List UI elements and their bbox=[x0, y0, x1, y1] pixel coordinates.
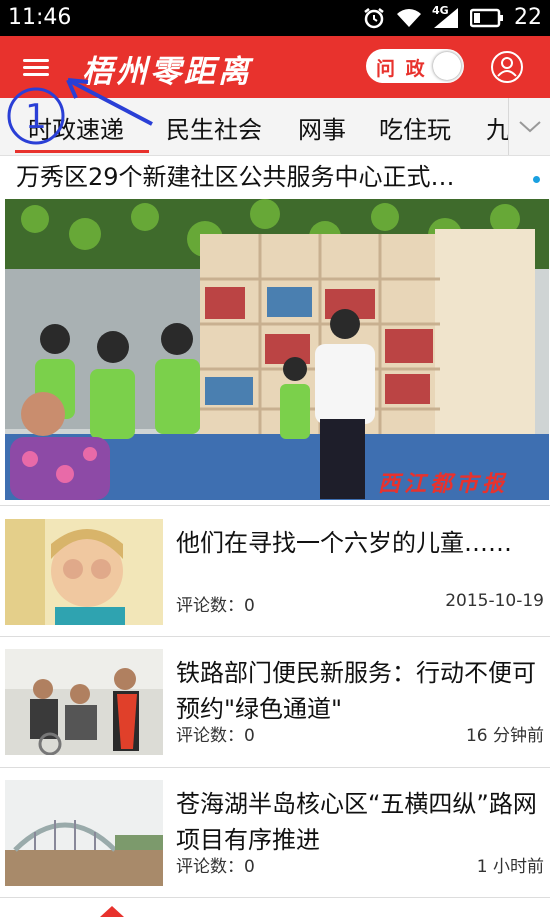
unread-dot bbox=[533, 176, 540, 183]
battery-icon bbox=[470, 8, 504, 28]
hamburger-menu-button[interactable] bbox=[14, 48, 58, 86]
comments-label: 评论数： bbox=[176, 596, 244, 616]
news-thumbnail bbox=[5, 649, 163, 755]
news-title: 苍海湖半岛核心区“五横四纵”路网项目有序推进 bbox=[176, 790, 537, 854]
hamburger-menu-icon bbox=[23, 59, 49, 62]
news-title: 他们在寻找一个六岁的儿童…… bbox=[176, 529, 512, 557]
news-thumbnail bbox=[5, 519, 163, 625]
selected-tab-indicator bbox=[15, 150, 149, 153]
battery-level: 22 bbox=[514, 5, 542, 30]
news-time: 16 分钟前 bbox=[465, 726, 544, 746]
news-comments: 评论数：0 bbox=[176, 591, 255, 616]
news-item[interactable]: 苍海湖半岛核心区“五横四纵”路网项目有序推进 评论数：0 1 小时前 bbox=[0, 768, 550, 898]
comments-count: 0 bbox=[244, 596, 255, 616]
category-tabs: 时政速递 民生社会 网事 吃住玩 九 bbox=[0, 98, 550, 156]
news-thumbnail bbox=[5, 780, 163, 886]
tab-wangshi[interactable]: 网事 bbox=[298, 110, 346, 145]
divider bbox=[0, 897, 550, 898]
hero-watermark: 西江都市报 bbox=[378, 471, 509, 497]
network-label: 4G bbox=[432, 3, 449, 17]
hamburger-line bbox=[23, 66, 49, 69]
divider bbox=[0, 505, 550, 506]
tab-minsheng[interactable]: 民生社会 bbox=[166, 110, 262, 145]
alarm-icon bbox=[362, 6, 386, 30]
signal-icon: 4G bbox=[432, 3, 460, 30]
news-time: 2015-10-19 bbox=[445, 591, 544, 611]
user-icon bbox=[491, 51, 523, 83]
tab-shizheng[interactable]: 时政速递 bbox=[28, 110, 124, 145]
user-profile-button[interactable] bbox=[490, 50, 524, 84]
news-item[interactable]: 铁路部门便民新服务：行动不便可预约"绿色通道" 评论数：0 16 分钟前 bbox=[0, 637, 550, 767]
comments-label: 评论数： bbox=[176, 726, 244, 746]
headline-title[interactable]: 万秀区29个新建社区公共服务中心正式… bbox=[16, 157, 516, 192]
hero-image[interactable] bbox=[5, 199, 549, 500]
wifi-icon bbox=[396, 7, 422, 29]
chevron-down-icon bbox=[519, 121, 541, 133]
toggle-label: 问 政 bbox=[376, 58, 427, 80]
next-item-peek bbox=[0, 900, 550, 917]
comments-count: 0 bbox=[244, 726, 255, 746]
more-tabs-button[interactable] bbox=[508, 98, 550, 155]
app-header: 梧州零距离 问 政 bbox=[0, 36, 550, 98]
news-item[interactable]: 他们在寻找一个六岁的儿童…… 评论数：0 2015-10-19 bbox=[0, 507, 550, 637]
comments-count: 0 bbox=[244, 857, 255, 877]
news-time: 1 小时前 bbox=[476, 857, 544, 877]
status-time: 11:46 bbox=[8, 5, 72, 30]
news-comments: 评论数：0 bbox=[176, 852, 255, 877]
news-comments: 评论数：0 bbox=[176, 721, 255, 746]
tab-chizhuwan[interactable]: 吃住玩 bbox=[379, 110, 451, 145]
status-icons: 4G 22 bbox=[362, 3, 542, 30]
toggle-knob bbox=[433, 52, 461, 80]
comments-label: 评论数： bbox=[176, 857, 244, 877]
tab-partial[interactable]: 九 bbox=[486, 110, 510, 145]
hamburger-line bbox=[23, 73, 49, 76]
wenzheng-toggle[interactable]: 问 政 bbox=[366, 49, 464, 83]
status-bar: 11:46 4G 22 bbox=[0, 0, 550, 36]
app-logo: 梧州零距离 bbox=[82, 54, 252, 90]
news-title: 铁路部门便民新服务：行动不便可预约"绿色通道" bbox=[176, 659, 536, 723]
